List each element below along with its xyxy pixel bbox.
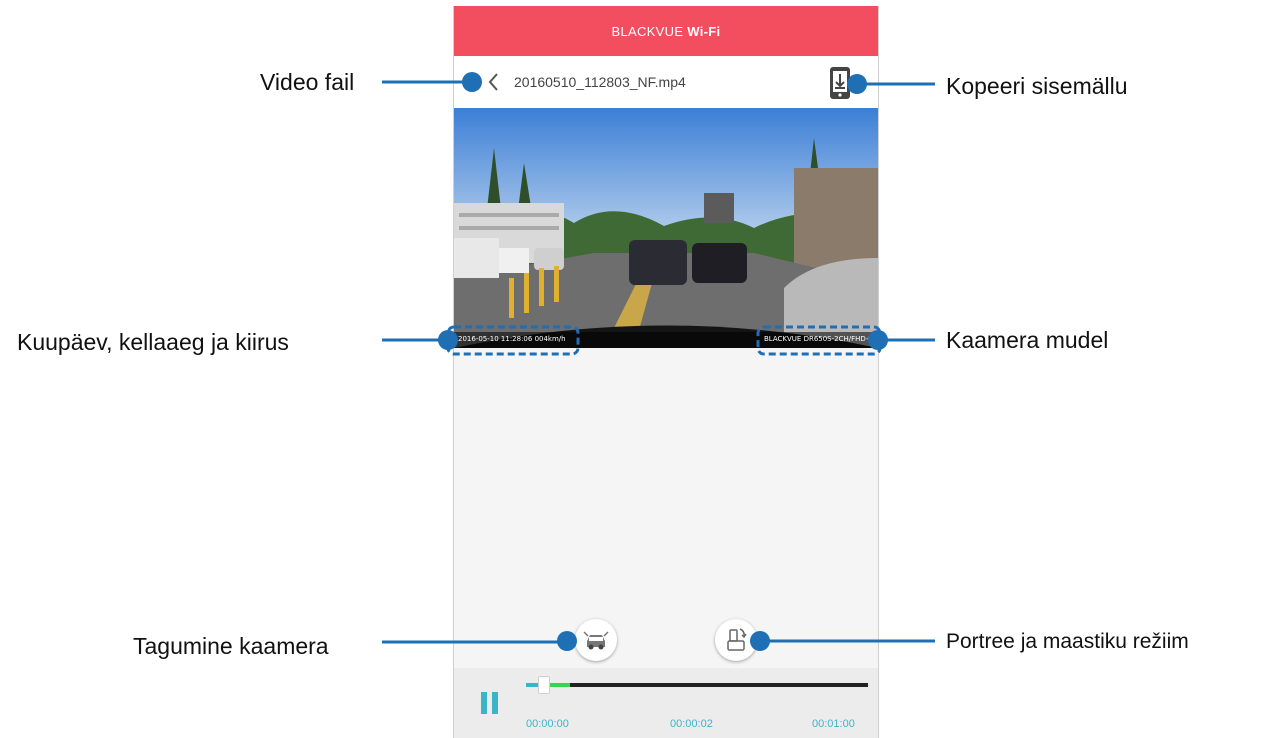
label-orientation-mode: Portree ja maastiku režiim: [946, 630, 1189, 653]
label-camera-model: Kaamera mudel: [946, 327, 1109, 353]
label-video-file: Video fail: [260, 69, 355, 95]
label-copy-to-phone: Kopeeri sisemällu: [946, 73, 1128, 99]
label-rear-camera: Tagumine kaamera: [133, 633, 329, 659]
label-date-time-speed: Kuupäev, kellaaeg ja kiirus: [17, 329, 289, 355]
